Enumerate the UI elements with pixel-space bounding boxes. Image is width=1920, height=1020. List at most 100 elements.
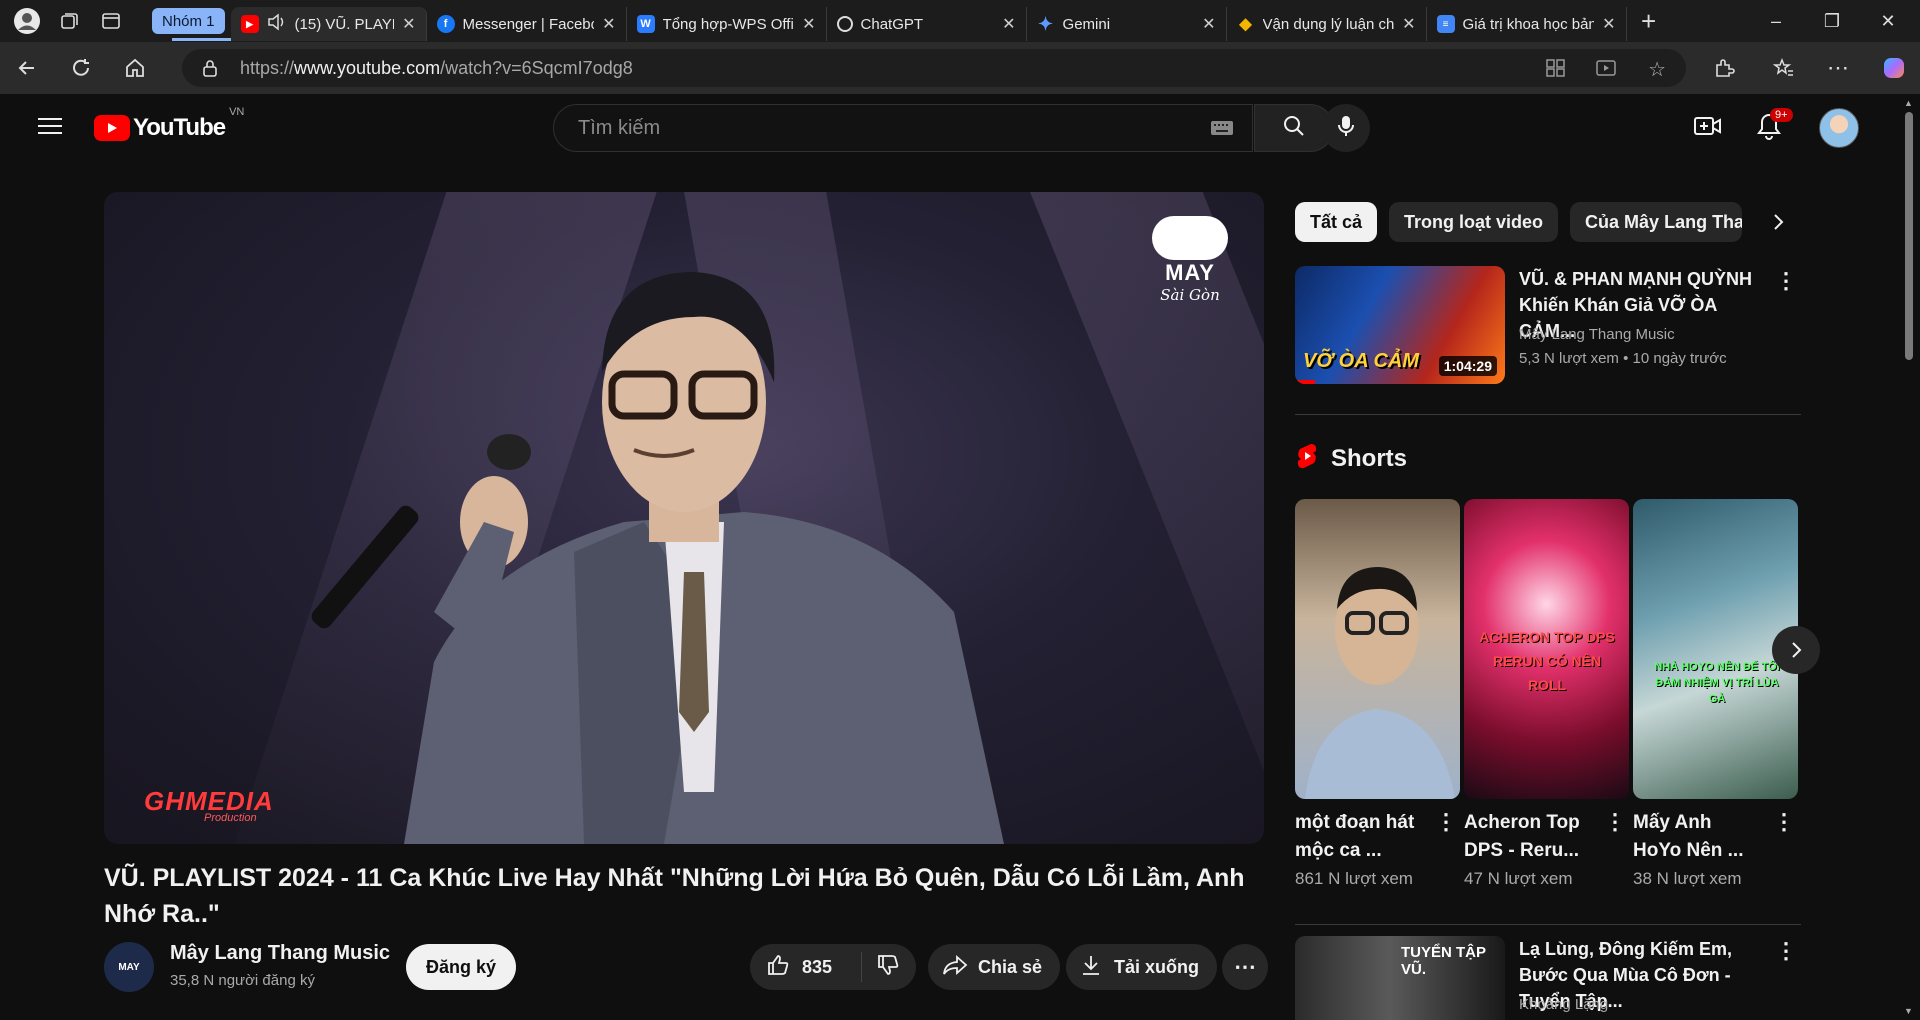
workspaces-icon[interactable] <box>48 0 90 42</box>
video-thumbnail[interactable]: VỠ ÒA CẢM 1:04:29 <box>1295 266 1505 384</box>
short-menu-icon[interactable]: ⋮ <box>1604 809 1626 835</box>
browser-toolbar: https://www.youtube.com/watch?v=6SqcmI7o… <box>0 42 1920 94</box>
refresh-icon[interactable] <box>54 42 108 94</box>
video-menu-icon[interactable]: ⋮ <box>1775 938 1797 964</box>
more-actions-icon[interactable]: ⋯ <box>1222 944 1268 990</box>
tab-group-chip[interactable]: Nhóm 1 <box>152 8 225 34</box>
short-menu-icon[interactable]: ⋮ <box>1773 809 1795 835</box>
profile-icon[interactable] <box>6 0 48 42</box>
short-item[interactable]: NHÀ HOYO NÊN ĐỂ TÔI ĐẢM NHIỆM VỊ TRÍ LÙA… <box>1633 499 1798 889</box>
short-item[interactable]: ACHERON TOP DPS RERUN CÓ NÊN ROLL Achero… <box>1464 499 1629 889</box>
favorites-icon[interactable] <box>1758 42 1810 94</box>
search-input[interactable] <box>578 116 1138 140</box>
tab-google-docs[interactable]: ≡ Giá trị khoa học bản ✕ <box>1427 7 1627 41</box>
app-available-icon[interactable] <box>1546 59 1566 82</box>
wps-icon: W <box>636 15 655 33</box>
url-text[interactable]: https://www.youtube.com/watch?v=6SqcmI7o… <box>240 58 633 79</box>
share-button[interactable]: Chia sẻ <box>928 944 1061 990</box>
short-title[interactable]: Acheron Top DPS - Reru... <box>1464 809 1594 865</box>
chips-next-icon[interactable] <box>1760 204 1796 240</box>
tab-wps[interactable]: W Tổng hợp-WPS Office ✕ <box>627 7 827 41</box>
short-thumbnail[interactable]: ACHERON TOP DPS RERUN CÓ NÊN ROLL <box>1464 499 1629 799</box>
search-icon <box>1282 114 1306 143</box>
favorite-star-icon[interactable]: ☆ <box>1648 57 1666 82</box>
download-button[interactable]: Tải xuống <box>1066 944 1217 990</box>
singer-figure <box>311 272 1004 844</box>
youtube-page: YouTube VN 9+ <box>4 94 1920 1020</box>
notifications-icon[interactable]: 9+ <box>1756 108 1793 145</box>
maximize-icon[interactable]: ❐ <box>1804 0 1860 42</box>
chip-in-series[interactable]: Trong loạt video <box>1389 202 1559 242</box>
recommended-channel[interactable]: Mây Lang Thang Music <box>1519 326 1675 343</box>
home-icon[interactable] <box>108 42 162 94</box>
address-bar[interactable]: https://www.youtube.com/watch?v=6SqcmI7o… <box>182 49 1686 87</box>
close-tab-icon[interactable]: ✕ <box>1002 14 1015 34</box>
voice-search-button[interactable] <box>1322 104 1370 152</box>
channel-avatar[interactable]: MAY <box>104 942 154 992</box>
menu-icon[interactable] <box>38 116 62 141</box>
video-player[interactable]: MAY Sài Gòn GHMEDIA Production <box>104 192 1264 844</box>
minimize-icon[interactable]: – <box>1748 0 1804 42</box>
tab-actions-icon[interactable] <box>90 0 132 42</box>
close-tab-icon[interactable]: ✕ <box>802 14 815 34</box>
video-thumbnail[interactable]: TUYỂN TẬP VŨ. <box>1295 936 1505 1020</box>
tab-messenger[interactable]: f Messenger | Facebook ✕ <box>427 7 627 41</box>
recommended-channel[interactable]: Khoảng Lặng <box>1519 996 1608 1013</box>
keyboard-icon[interactable] <box>1210 120 1234 141</box>
scroll-up-icon[interactable]: ▲ <box>1904 98 1913 108</box>
chip-from-channel[interactable]: Của Mây Lang Thang <box>1570 202 1743 242</box>
watermark-title: MAY <box>1165 260 1215 285</box>
short-thumbnail[interactable] <box>1295 499 1460 799</box>
notification-badge: 9+ <box>1770 108 1793 122</box>
picture-in-picture-icon[interactable] <box>1596 59 1616 82</box>
speaker-icon[interactable] <box>267 13 287 35</box>
subscribe-button[interactable]: Đăng ký <box>406 944 517 990</box>
close-tab-icon[interactable]: ✕ <box>602 14 615 34</box>
short-menu-icon[interactable]: ⋮ <box>1435 809 1457 835</box>
short-title[interactable]: một đoạn hát mộc ca ... <box>1295 809 1425 865</box>
like-count: 835 <box>802 956 833 977</box>
channel-name[interactable]: Mây Lang Thang Music <box>170 942 390 965</box>
divider <box>1295 924 1801 925</box>
scroll-down-icon[interactable]: ▼ <box>1904 1006 1913 1016</box>
cloud-logo-icon <box>1152 216 1228 260</box>
close-tab-icon[interactable]: ✕ <box>1602 14 1615 34</box>
avatar[interactable] <box>1819 108 1859 148</box>
like-button[interactable]: 835 <box>750 952 862 982</box>
copilot-icon[interactable] <box>1868 42 1920 94</box>
tab-youtube[interactable]: ▶ (15) VŨ. PLAYLIST ✕ <box>230 7 427 41</box>
scrollbar-thumb[interactable] <box>1905 112 1913 360</box>
short-item[interactable]: một đoạn hát mộc ca ... 861 N lượt xem ⋮ <box>1295 499 1460 889</box>
youtube-play-icon <box>94 115 130 141</box>
recommended-video[interactable]: VỠ ÒA CẢM 1:04:29 VŨ. & PHAN MẠNH QUỲNH … <box>1295 266 1815 386</box>
page-scrollbar[interactable]: ▲ ▼ <box>1902 94 1916 1020</box>
new-tab-button[interactable]: + <box>1627 0 1671 42</box>
tab-title: ChatGPT <box>860 15 924 33</box>
create-video-icon[interactable] <box>1694 114 1722 143</box>
extensions-icon[interactable] <box>1698 42 1750 94</box>
video-menu-icon[interactable]: ⋮ <box>1775 268 1797 294</box>
youtube-logo[interactable]: YouTube VN <box>94 106 244 142</box>
tab-doc[interactable]: ◆ Vận dụng lý luận chung ✕ <box>1227 7 1427 41</box>
tab-chatgpt[interactable]: ChatGPT ✕ <box>827 7 1027 41</box>
recommended-video[interactable]: TUYỂN TẬP VŨ. Lạ Lùng, Đông Kiếm Em, Bướ… <box>1295 936 1815 1020</box>
close-tab-icon[interactable]: ✕ <box>402 14 415 34</box>
shorts-header: Shorts <box>1295 442 1407 475</box>
chip-all[interactable]: Tất cả <box>1295 202 1378 242</box>
dislike-button[interactable] <box>862 953 900 982</box>
short-views: 861 N lượt xem <box>1295 869 1413 888</box>
tab-title: (15) VŨ. PLAYLIST <box>294 15 395 33</box>
thumbs-up-icon <box>766 953 790 982</box>
close-window-icon[interactable]: ✕ <box>1860 0 1916 42</box>
close-tab-icon[interactable]: ✕ <box>1402 14 1415 34</box>
close-tab-icon[interactable]: ✕ <box>1202 14 1215 34</box>
short-overlay-text: ACHERON TOP DPS RERUN CÓ NÊN ROLL <box>1479 629 1615 693</box>
shorts-next-button[interactable] <box>1772 626 1820 674</box>
tab-title: Vận dụng lý luận chung <box>1262 15 1395 33</box>
channel-watermark: MAY Sài Gòn <box>1152 216 1228 304</box>
short-title[interactable]: Mấy Anh HoYo Nên ... <box>1633 809 1763 865</box>
lock-icon[interactable] <box>202 59 218 82</box>
tab-gemini[interactable]: ✦ Gemini ✕ <box>1027 7 1227 41</box>
more-menu-icon[interactable]: ⋯ <box>1812 42 1864 94</box>
back-icon[interactable] <box>0 42 54 94</box>
